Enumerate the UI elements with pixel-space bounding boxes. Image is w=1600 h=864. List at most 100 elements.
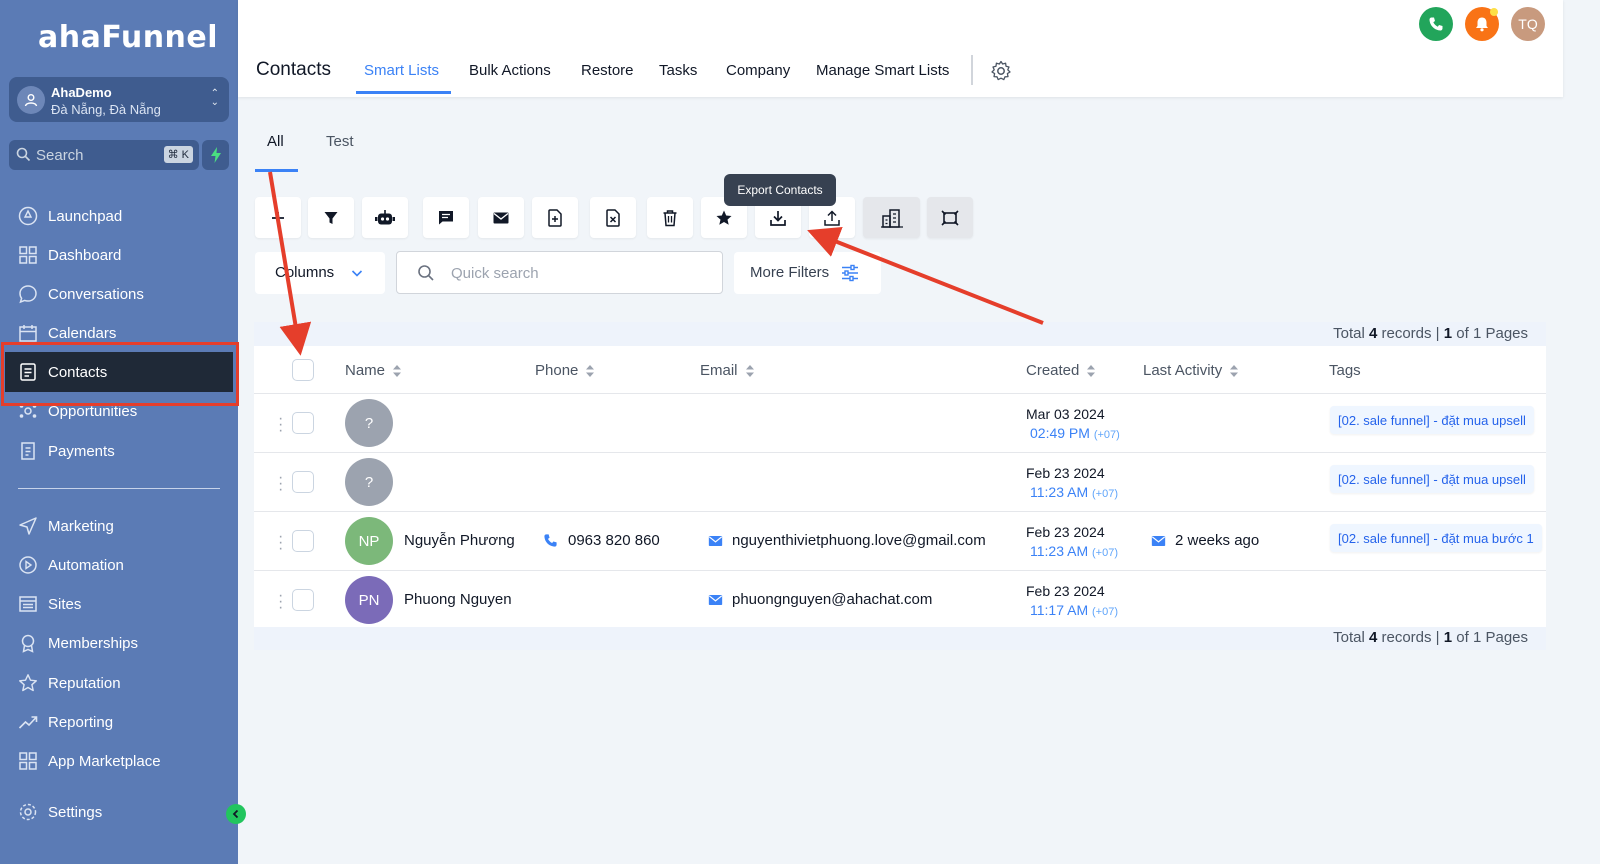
sidebar-item-label: Reporting bbox=[48, 713, 114, 731]
column-header-name[interactable]: Name bbox=[345, 362, 402, 379]
page-title: Contacts bbox=[256, 59, 331, 80]
active-tab-underline bbox=[356, 91, 451, 94]
email-activity-icon bbox=[1151, 536, 1166, 546]
sidebar-item-label: Payments bbox=[48, 442, 115, 460]
columns-dropdown[interactable]: Columns bbox=[255, 252, 385, 294]
sidebar-item-marketing[interactable]: Marketing bbox=[18, 514, 114, 538]
row-checkbox[interactable] bbox=[292, 530, 314, 552]
total-count: 4 bbox=[1368, 325, 1378, 342]
sidebar-item-app-marketplace[interactable]: App Marketplace bbox=[18, 749, 161, 773]
subtab-underline bbox=[255, 169, 298, 172]
sidebar-item-automation[interactable]: Automation bbox=[18, 553, 124, 577]
subtab-test[interactable]: Test bbox=[326, 133, 354, 150]
app-logo: ahaFunnel bbox=[38, 20, 219, 55]
sidebar-item-conversations[interactable]: Conversations bbox=[18, 282, 144, 306]
contact-phone[interactable]: 0963 820 860 bbox=[568, 532, 660, 549]
more-filters-button[interactable]: More Filters bbox=[734, 252, 881, 294]
tab-smart-lists[interactable]: Smart Lists bbox=[364, 62, 439, 79]
tab-manage-smart-lists[interactable]: Manage Smart Lists bbox=[816, 62, 949, 79]
payments-icon bbox=[21, 442, 35, 460]
quick-search-input[interactable]: Quick search bbox=[396, 251, 723, 294]
avatar[interactable]: NP bbox=[345, 517, 393, 565]
filter-button[interactable] bbox=[308, 197, 354, 238]
notifications-button[interactable] bbox=[1465, 7, 1499, 41]
row-checkbox[interactable] bbox=[292, 471, 314, 493]
avatar[interactable]: ? bbox=[345, 399, 393, 447]
export-contacts-tooltip: Export Contacts bbox=[724, 174, 836, 206]
contact-email[interactable]: nguyenthivietphuong.love@gmail.com bbox=[732, 532, 986, 549]
sidebar-item-memberships[interactable]: Memberships bbox=[18, 631, 138, 655]
sidebar-item-payments[interactable]: Payments bbox=[18, 439, 115, 463]
phone-button[interactable] bbox=[1419, 7, 1453, 41]
avatar[interactable]: ? bbox=[345, 458, 393, 506]
message-icon bbox=[439, 210, 453, 224]
row-menu-icon[interactable]: · · · bbox=[278, 588, 283, 616]
quick-action-button[interactable] bbox=[202, 140, 229, 170]
contact-name[interactable]: Phuong Nguyen bbox=[404, 591, 512, 608]
sidebar-item-label: Settings bbox=[48, 803, 103, 821]
row-divider bbox=[254, 511, 1546, 512]
created-date: Mar 03 2024 bbox=[1026, 406, 1105, 422]
sidebar-item-settings[interactable]: Settings bbox=[18, 800, 102, 824]
select-all-checkbox[interactable] bbox=[292, 359, 314, 381]
column-header-created[interactable]: Created bbox=[1026, 362, 1096, 379]
column-header-last-activity[interactable]: Last Activity bbox=[1143, 362, 1239, 379]
automation-button[interactable] bbox=[362, 197, 408, 238]
company-button[interactable] bbox=[863, 197, 920, 238]
sliders-icon bbox=[842, 264, 858, 282]
contacts-highlight-annotation bbox=[1, 342, 239, 406]
quick-search-placeholder: Quick search bbox=[451, 265, 539, 282]
sidebar-item-dashboard[interactable]: Dashboard bbox=[18, 243, 121, 267]
send-email-button[interactable] bbox=[478, 197, 524, 238]
add-contact-button[interactable] bbox=[255, 197, 301, 238]
account-switcher[interactable]: AhaDemo Đà Nẵng, Đà Nẵng ⌃ ⌄ bbox=[9, 77, 229, 122]
merge-contacts-button[interactable] bbox=[927, 197, 973, 238]
sidebar-item-reputation[interactable]: Reputation bbox=[18, 671, 121, 695]
sidebar-item-reporting[interactable]: Reporting bbox=[18, 710, 113, 734]
records-summary-top: Total 4 records | 1 of 1 Pages bbox=[1333, 325, 1528, 342]
sidebar-item-launchpad[interactable]: Launchpad bbox=[18, 204, 122, 228]
records-label: records | bbox=[1381, 629, 1440, 646]
user-avatar[interactable]: TQ bbox=[1511, 7, 1545, 41]
contact-email[interactable]: phuongnguyen@ahachat.com bbox=[732, 591, 932, 608]
created-time: 11:17 AM (+07) bbox=[1030, 602, 1118, 618]
contact-name[interactable]: Nguyễn Phương bbox=[404, 532, 515, 549]
contact-tag[interactable]: [02. sale funnel] - đặt mua upsell bbox=[1330, 465, 1534, 493]
timezone: (+07) bbox=[1093, 429, 1120, 441]
delete-button[interactable] bbox=[647, 197, 693, 238]
records-label: records | bbox=[1381, 325, 1440, 342]
last-activity: 2 weeks ago bbox=[1175, 532, 1260, 549]
row-menu-icon[interactable]: · · · bbox=[278, 529, 283, 557]
bolt-icon bbox=[210, 147, 221, 163]
remove-tag-button[interactable] bbox=[590, 197, 636, 238]
send-sms-button[interactable] bbox=[423, 197, 469, 238]
row-menu-icon[interactable]: · · · bbox=[278, 411, 283, 439]
row-checkbox[interactable] bbox=[292, 589, 314, 611]
settings-gear-icon[interactable] bbox=[990, 60, 1012, 82]
apps-icon bbox=[19, 752, 37, 770]
column-header-phone[interactable]: Phone bbox=[535, 362, 595, 379]
row-divider bbox=[254, 570, 1546, 571]
column-label: Name bbox=[345, 362, 386, 379]
tab-tasks[interactable]: Tasks bbox=[659, 62, 697, 79]
sidebar-item-label: App Marketplace bbox=[48, 752, 161, 770]
tab-restore[interactable]: Restore bbox=[581, 62, 634, 79]
tab-company[interactable]: Company bbox=[726, 62, 790, 79]
column-label: Tags bbox=[1329, 362, 1361, 379]
tab-bulk-actions[interactable]: Bulk Actions bbox=[469, 62, 551, 79]
add-tag-button[interactable] bbox=[532, 197, 578, 238]
contact-tag[interactable]: [02. sale funnel] - đặt mua bước 1 bbox=[1330, 524, 1542, 552]
collapse-sidebar-button[interactable] bbox=[226, 804, 246, 824]
row-checkbox[interactable] bbox=[292, 412, 314, 434]
sidebar-item-sites[interactable]: Sites bbox=[18, 592, 81, 616]
calendar-icon bbox=[19, 325, 37, 342]
sidebar-search[interactable]: Search ⌘ K bbox=[9, 140, 199, 170]
avatar[interactable]: PN bbox=[345, 576, 393, 624]
row-menu-icon[interactable]: · · · bbox=[278, 470, 283, 498]
subtab-all[interactable]: All bbox=[267, 133, 284, 150]
contact-tag[interactable]: [02. sale funnel] - đặt mua upsell bbox=[1330, 406, 1534, 434]
column-header-email[interactable]: Email bbox=[700, 362, 755, 379]
remove-tag-icon bbox=[606, 208, 620, 227]
created-time-value: 11:17 AM bbox=[1030, 602, 1089, 618]
created-time-value: 11:23 AM bbox=[1030, 484, 1089, 500]
